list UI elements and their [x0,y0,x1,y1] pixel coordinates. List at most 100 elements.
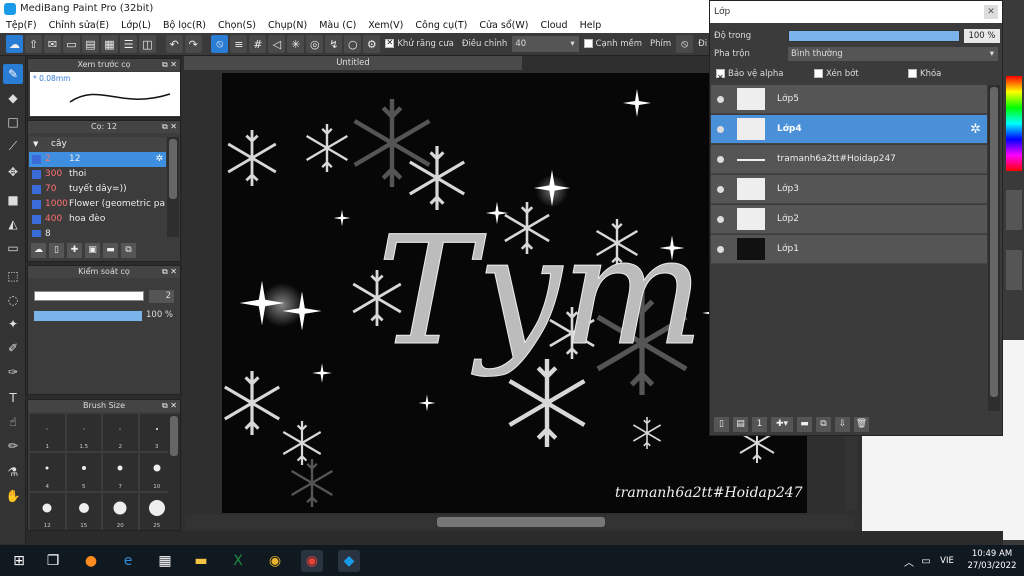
snap-circle-icon[interactable]: ◎ [306,35,324,53]
panel-close-icon[interactable]: ⧉ ✕ [162,400,177,412]
document-icon[interactable]: ▤ [82,35,99,53]
brush-group[interactable]: ▼ cây [29,137,166,152]
store-icon[interactable]: ▦ [154,550,176,572]
new-layer-icon[interactable]: ▯ [714,416,729,432]
menu-edit[interactable]: Chỉnh sửa(E) [43,18,116,33]
brush-size-cell[interactable]: 1.5 [66,414,101,452]
menu-window[interactable]: Cửa sổ(W) [473,18,534,33]
horizontal-scroll-thumb[interactable] [437,517,605,527]
snap-grid-icon[interactable]: # [249,35,267,53]
network-icon[interactable]: ▭ [915,550,937,572]
brush-size-cell[interactable]: 1 [30,414,65,452]
add-layer-menu-icon[interactable]: ✚▾ [771,416,793,432]
snap-ellipse-icon[interactable]: ○ [344,35,362,53]
gradient-tool-icon[interactable]: ▭ [3,238,23,258]
layer-item[interactable]: Lớp4 ✲ [711,115,987,144]
snap-off-icon[interactable]: ⦸ [211,35,229,53]
file-explorer-icon[interactable]: ▬ [190,550,212,572]
brush-item[interactable]: 70 tuyết dây=)) [29,182,166,197]
undo-icon[interactable]: ↶ [165,35,183,53]
language-indicator[interactable]: VIE [936,550,958,572]
duplicate-icon[interactable]: ⧉ [121,242,136,258]
copy-brush-icon[interactable]: ▣ [85,242,100,258]
add-brush-icon[interactable]: ✚ [67,242,82,258]
visibility-eye-icon[interactable] [717,246,724,253]
operation-tool-icon[interactable]: ☝ [3,412,23,432]
brush-size-cell[interactable]: 15 [66,492,101,530]
menu-view[interactable]: Xem(V) [362,18,409,33]
select-pen-tool-icon[interactable]: ✐ [3,338,23,358]
stabilizer-select[interactable]: 40 ▾ [512,36,579,52]
brush-item[interactable]: 2 12 ✲ [29,152,166,167]
panel-close-icon[interactable]: ⧉ ✕ [162,266,177,278]
task-view-icon[interactable]: ❐ [42,550,64,572]
layer-item[interactable]: Lớp3 [711,175,987,204]
new-1bit-layer-icon[interactable]: 1 [752,416,767,432]
horizontal-scrollbar[interactable] [185,515,855,529]
visibility-eye-icon[interactable] [717,186,724,193]
eyedropper-tool-icon[interactable]: ⚗ [3,462,23,482]
menu-select[interactable]: Chọn(S) [212,18,262,33]
folder-icon[interactable]: ▬ [103,242,118,258]
layer-item[interactable]: tramanh6a2tt#Hoidap247 [711,145,987,174]
bucket-tool-icon[interactable]: ◭ [3,214,23,234]
lasso-tool-icon[interactable]: ◌ [3,290,23,310]
line-tool-icon[interactable]: ⟋ [3,136,23,156]
brush-size-slider[interactable] [34,291,144,301]
eraser-tool-icon[interactable]: ◆ [3,88,23,108]
lock-toggle[interactable]: Khóa [908,64,941,84]
soft-edge-checkbox[interactable] [583,39,593,48]
visibility-eye-icon[interactable] [717,156,724,163]
visibility-eye-icon[interactable] [717,96,724,103]
brush-list-scrollbar[interactable] [167,137,179,237]
excel-icon[interactable]: X [227,550,249,572]
list-icon[interactable]: ☰ [120,35,137,53]
upload-icon[interactable]: ⇧ [25,35,42,53]
new-halftone-layer-icon[interactable]: ▤ [733,416,748,432]
brush-item[interactable]: 1000 Flower (geometric patt [29,197,166,212]
snap-perspective-icon[interactable]: ◁ [268,35,286,53]
menu-layer[interactable]: Lớp(L) [115,18,157,33]
brush-size-cell[interactable]: 2 [103,414,138,452]
menu-color[interactable]: Màu (C) [313,18,362,33]
menu-cloud[interactable]: Cloud [534,18,573,33]
chrome-icon[interactable]: ◉ [264,550,286,572]
visibility-eye-icon[interactable] [717,216,724,223]
clipping-toggle[interactable]: Xén bớt [814,64,859,84]
brush-item[interactable]: 8 [29,227,166,237]
brush-item[interactable]: 300 thoi [29,167,166,182]
grid-doc-icon[interactable]: ▦ [101,35,118,53]
layer-list-scrollbar[interactable] [988,85,1000,411]
protect-alpha-toggle[interactable]: Bảo vệ alpha [716,64,783,88]
brush-opacity-slider[interactable] [34,311,142,321]
smudge-tool-icon[interactable]: ✏ [3,436,23,456]
layer-item[interactable]: Lớp1 [711,235,987,264]
cloud-brush-icon[interactable]: ☁ [31,242,46,258]
clipping-checkbox[interactable] [814,69,823,78]
panel-close-icon[interactable]: ⧉ ✕ [162,59,177,71]
brush-size-cell[interactable]: 12 [30,492,65,530]
text-tool-icon[interactable]: T [3,388,23,408]
color-hue-bar[interactable] [1006,76,1022,171]
close-icon[interactable]: ✕ [984,5,998,19]
brush-size-scrollbar[interactable] [168,414,180,530]
brush-tool-icon[interactable]: ✎ [3,64,23,84]
folder-icon[interactable]: ▬ [797,416,812,432]
transform-icon[interactable]: ◫ [139,35,156,53]
magic-wand-tool-icon[interactable]: ✦ [3,314,23,334]
duplicate-layer-icon[interactable]: ⧉ [816,416,831,432]
soft-edge-toggle[interactable]: Cạnh mềm [581,39,645,49]
menu-tools[interactable]: Công cụ(T) [409,18,473,33]
gear-icon[interactable]: ✲ [155,152,163,167]
redo-icon[interactable]: ↷ [184,35,202,53]
layer-opacity-slider[interactable] [788,30,960,42]
brush-size-cell[interactable]: 4 [30,453,65,491]
menu-snap[interactable]: Chụp(N) [262,18,313,33]
firefox-icon[interactable]: ● [80,550,102,572]
chrome-profile-icon[interactable]: ◉ [301,550,323,572]
antialias-checkbox[interactable] [385,38,395,48]
prohibit-icon[interactable]: ⦸ [676,35,694,53]
medibang-taskbar-icon[interactable]: ◆ [338,550,360,572]
lock-checkbox[interactable] [908,69,917,78]
layer-item[interactable]: Lớp2 [711,205,987,234]
